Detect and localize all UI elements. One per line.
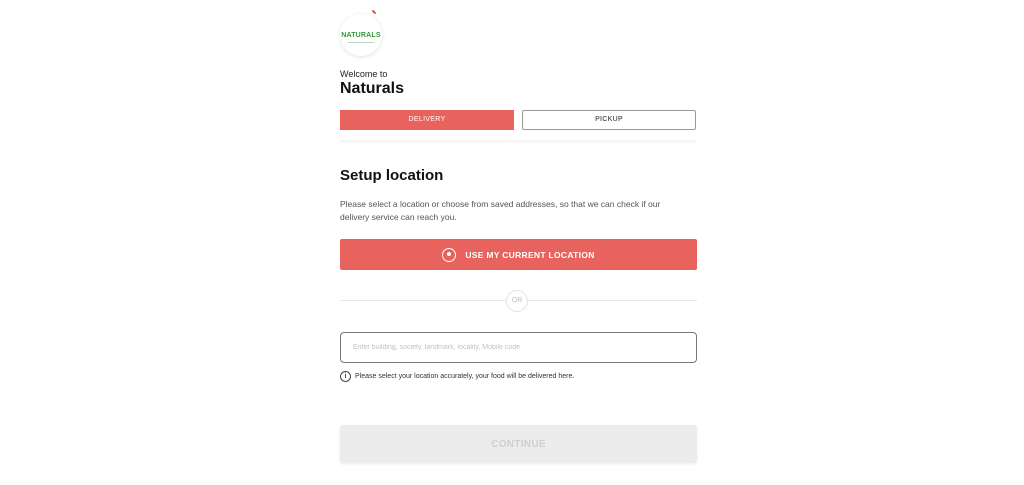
section-divider [340, 140, 697, 144]
current-location-icon [442, 247, 457, 262]
or-divider-label: OR [506, 290, 528, 312]
continue-button[interactable]: CONTINUE [340, 425, 697, 463]
leaf-icon [372, 10, 376, 14]
logo-text: NATURALS [341, 31, 381, 39]
logo-underline [348, 42, 374, 43]
hint-text: Please select your location accurately, … [355, 373, 575, 380]
tab-delivery[interactable]: DELIVERY [340, 110, 514, 130]
info-icon: i [340, 371, 351, 382]
location-setup-panel: NATURALS Welcome to Naturals DELIVERY PI… [340, 0, 697, 485]
tab-pickup[interactable]: PICKUP [522, 110, 696, 130]
location-hint: i Please select your location accurately… [340, 371, 574, 382]
section-description: Please select a location or choose from … [340, 199, 661, 222]
section-title: Setup location [340, 167, 444, 184]
use-current-location-button[interactable]: USE MY CURRENT LOCATION [340, 239, 697, 270]
brand-logo: NATURALS [340, 10, 382, 56]
brand-name: Naturals [340, 80, 405, 97]
use-current-location-label: USE MY CURRENT LOCATION [465, 249, 595, 260]
welcome-text: Welcome to [340, 69, 388, 79]
location-search-input[interactable] [340, 332, 697, 363]
